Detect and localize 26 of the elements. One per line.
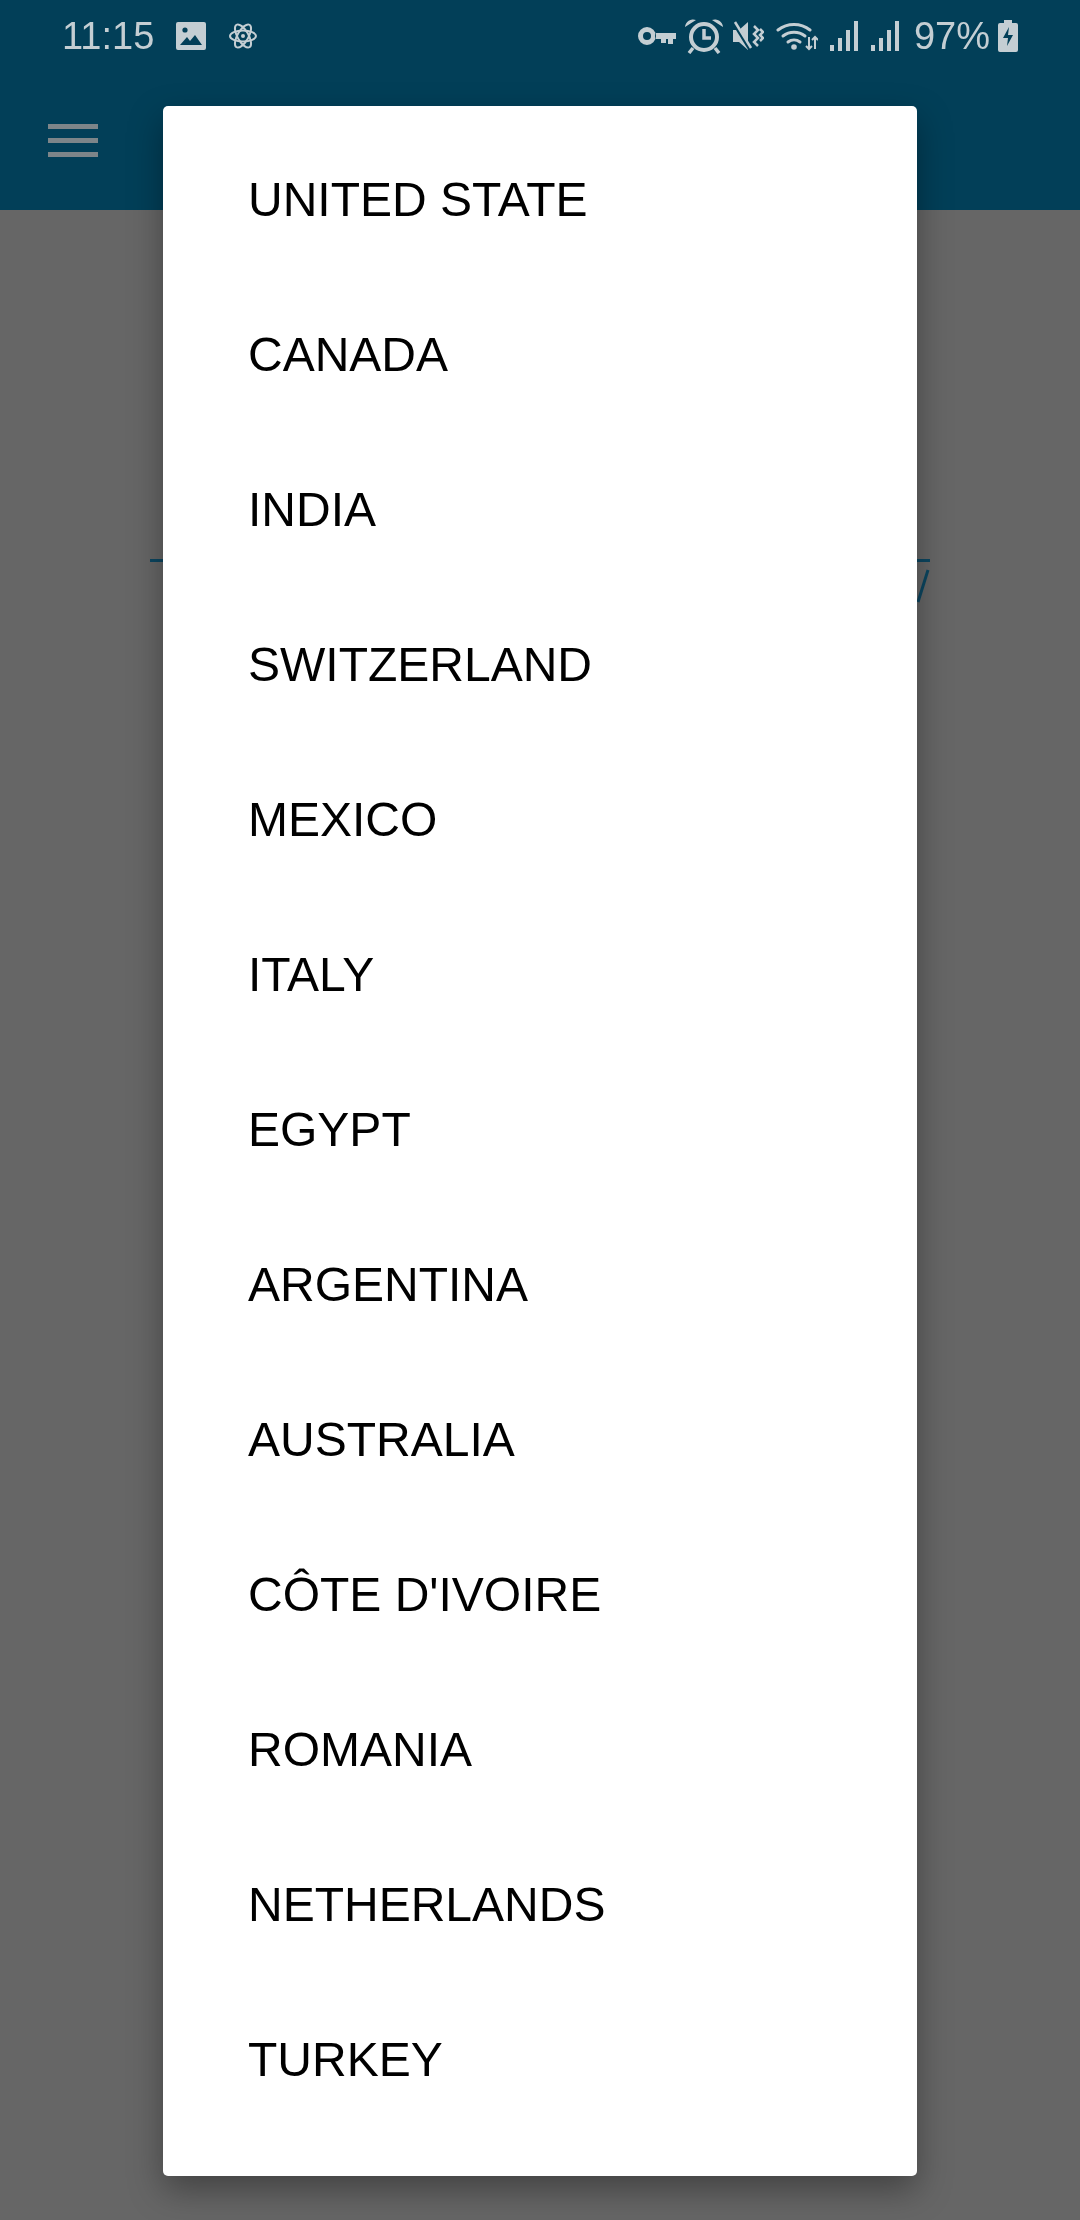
status-time: 11:15 — [62, 13, 155, 58]
country-option[interactable]: ARGENTINA — [163, 1207, 917, 1362]
country-option[interactable]: TURKEY — [163, 1982, 917, 2137]
country-option[interactable]: SWITZERLAND — [163, 587, 917, 742]
country-option[interactable]: ITALY — [163, 897, 917, 1052]
country-option[interactable]: ROMANIA — [163, 1672, 917, 1827]
key-icon — [637, 25, 676, 46]
alarm-icon — [683, 17, 724, 54]
atom-icon — [228, 20, 259, 51]
image-icon — [176, 21, 207, 50]
caret-icon — [916, 569, 930, 603]
country-option[interactable]: CANADA — [163, 277, 917, 432]
country-option[interactable]: EGYPT — [163, 1052, 917, 1207]
menu-icon[interactable] — [48, 123, 98, 158]
country-option[interactable]: AUSTRALIA — [163, 1362, 917, 1517]
signal-icon — [870, 20, 900, 51]
country-option[interactable]: INDIA — [163, 432, 917, 587]
wifi-icon — [775, 20, 818, 51]
signal-icon — [829, 20, 859, 51]
battery-charging-icon — [998, 19, 1018, 52]
country-option[interactable]: UNITED STATE — [163, 122, 917, 277]
country-option[interactable]: NETHERLANDS — [163, 1827, 917, 1982]
country-option[interactable]: MEXICO — [163, 742, 917, 897]
battery-percent: 97% — [913, 13, 990, 58]
country-option[interactable]: CÔTE D'IVOIRE — [163, 1517, 917, 1672]
mute-icon — [731, 19, 764, 52]
